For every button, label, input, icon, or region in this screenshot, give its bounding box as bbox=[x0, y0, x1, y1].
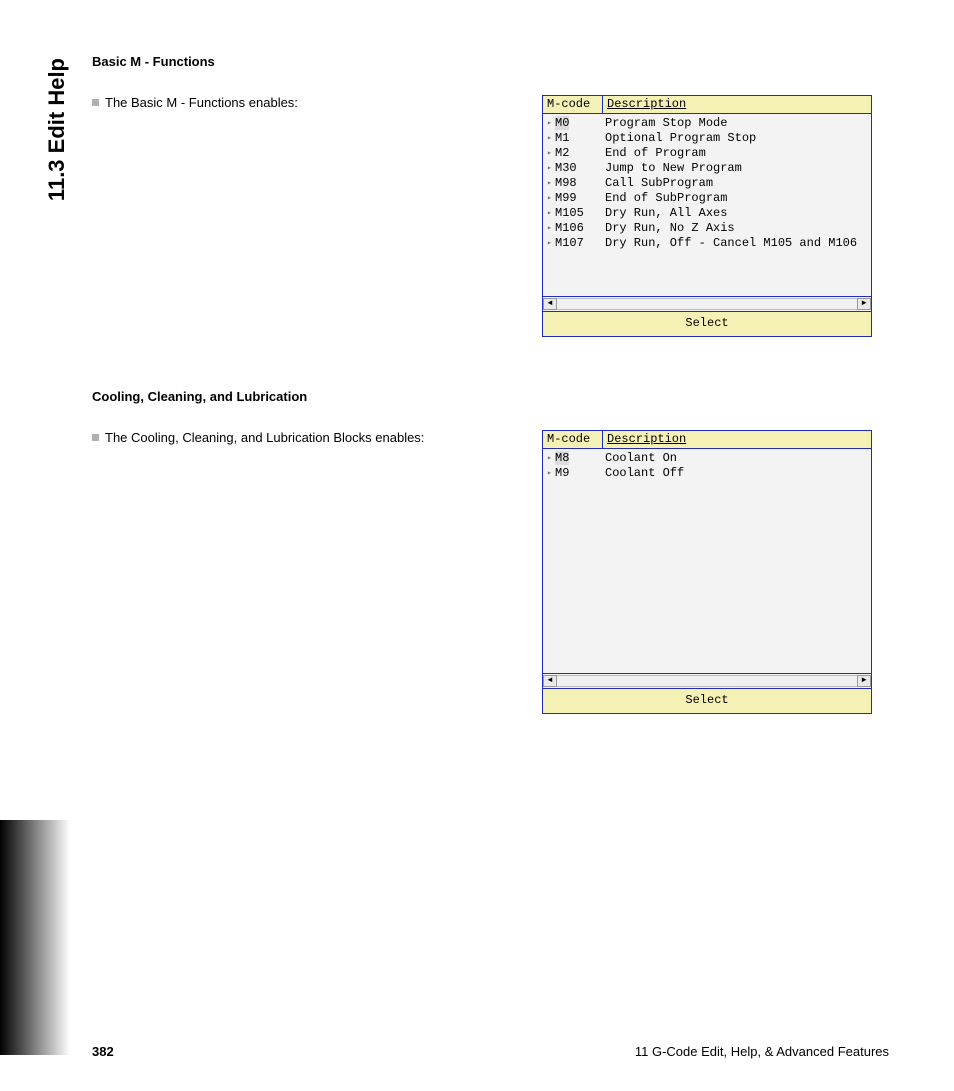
dialog2-scrollbar[interactable]: ◄ ► bbox=[543, 673, 871, 688]
bullet-icon bbox=[92, 434, 99, 441]
table-row[interactable]: ▸M105Dry Run, All Axes bbox=[543, 206, 871, 221]
dialog1-header-desc: Description bbox=[603, 96, 871, 113]
page: 11.3 Edit Help Basic M - Functions The B… bbox=[0, 0, 954, 1091]
caret-icon: ▸ bbox=[547, 206, 555, 221]
caret-icon: ▸ bbox=[547, 161, 555, 176]
section1-dialog-wrap: M-code Description ▸M0Program Stop Mode … bbox=[542, 95, 872, 337]
dialog1-header-code: M-code bbox=[543, 96, 603, 113]
dialog2-header: M-code Description bbox=[543, 431, 871, 449]
dialog1-body[interactable]: ▸M0Program Stop Mode ▸M1Optional Program… bbox=[543, 114, 871, 296]
table-row[interactable]: ▸M2End of Program bbox=[543, 146, 871, 161]
dialog2-header-code: M-code bbox=[543, 431, 603, 448]
table-row[interactable]: ▸M99End of SubProgram bbox=[543, 191, 871, 206]
content-area: Basic M - Functions The Basic M - Functi… bbox=[92, 54, 894, 1041]
dialog2-header-desc: Description bbox=[603, 431, 871, 448]
scroll-right-icon[interactable]: ► bbox=[857, 675, 871, 687]
scroll-track[interactable] bbox=[557, 675, 857, 687]
scroll-left-icon[interactable]: ◄ bbox=[543, 298, 557, 310]
bullet-icon bbox=[92, 99, 99, 106]
scroll-right-icon[interactable]: ► bbox=[857, 298, 871, 310]
side-gradient bbox=[0, 820, 70, 1055]
section1-text: The Basic M - Functions enables: bbox=[92, 95, 542, 130]
dialog2-select-button[interactable]: Select bbox=[543, 688, 871, 713]
vertical-section-tab: 11.3 Edit Help bbox=[44, 0, 70, 58]
caret-icon: ▸ bbox=[547, 176, 555, 191]
caret-icon: ▸ bbox=[547, 131, 555, 146]
table-row[interactable]: ▸M9Coolant Off bbox=[543, 466, 871, 481]
section2-heading: Cooling, Cleaning, and Lubrication bbox=[92, 389, 894, 404]
dialog1-header: M-code Description bbox=[543, 96, 871, 114]
section2-text: The Cooling, Cleaning, and Lubrication B… bbox=[92, 430, 542, 465]
caret-icon: ▸ bbox=[547, 236, 555, 251]
caret-icon: ▸ bbox=[547, 451, 555, 466]
mcode-dialog-1: M-code Description ▸M0Program Stop Mode … bbox=[542, 95, 872, 337]
section1-heading: Basic M - Functions bbox=[92, 54, 894, 69]
table-row[interactable]: ▸M8Coolant On bbox=[543, 451, 871, 466]
caret-icon: ▸ bbox=[547, 466, 555, 481]
scroll-left-icon[interactable]: ◄ bbox=[543, 675, 557, 687]
dialog1-scrollbar[interactable]: ◄ ► bbox=[543, 296, 871, 311]
section1-line: The Basic M - Functions enables: bbox=[92, 95, 522, 110]
table-row[interactable]: ▸M106Dry Run, No Z Axis bbox=[543, 221, 871, 236]
table-row[interactable]: ▸M1Optional Program Stop bbox=[543, 131, 871, 146]
section2-line: The Cooling, Cleaning, and Lubrication B… bbox=[92, 430, 522, 445]
page-footer: 382 11 G-Code Edit, Help, & Advanced Fea… bbox=[92, 1044, 889, 1059]
caret-icon: ▸ bbox=[547, 116, 555, 131]
chapter-title: 11 G-Code Edit, Help, & Advanced Feature… bbox=[635, 1044, 889, 1059]
caret-icon: ▸ bbox=[547, 146, 555, 161]
dialog1-select-button[interactable]: Select bbox=[543, 311, 871, 336]
section1-row: The Basic M - Functions enables: M-code … bbox=[92, 95, 894, 337]
section2-dialog-wrap: M-code Description ▸M8Coolant On ▸M9Cool… bbox=[542, 430, 872, 714]
caret-icon: ▸ bbox=[547, 221, 555, 236]
table-row[interactable]: ▸M0Program Stop Mode bbox=[543, 116, 871, 131]
table-row[interactable]: ▸M107Dry Run, Off - Cancel M105 and M106 bbox=[543, 236, 871, 251]
page-number: 382 bbox=[92, 1044, 114, 1059]
table-row[interactable]: ▸M30Jump to New Program bbox=[543, 161, 871, 176]
dialog2-body[interactable]: ▸M8Coolant On ▸M9Coolant Off bbox=[543, 449, 871, 673]
section2-row: The Cooling, Cleaning, and Lubrication B… bbox=[92, 430, 894, 714]
scroll-track[interactable] bbox=[557, 298, 857, 310]
caret-icon: ▸ bbox=[547, 191, 555, 206]
mcode-dialog-2: M-code Description ▸M8Coolant On ▸M9Cool… bbox=[542, 430, 872, 714]
table-row[interactable]: ▸M98Call SubProgram bbox=[543, 176, 871, 191]
